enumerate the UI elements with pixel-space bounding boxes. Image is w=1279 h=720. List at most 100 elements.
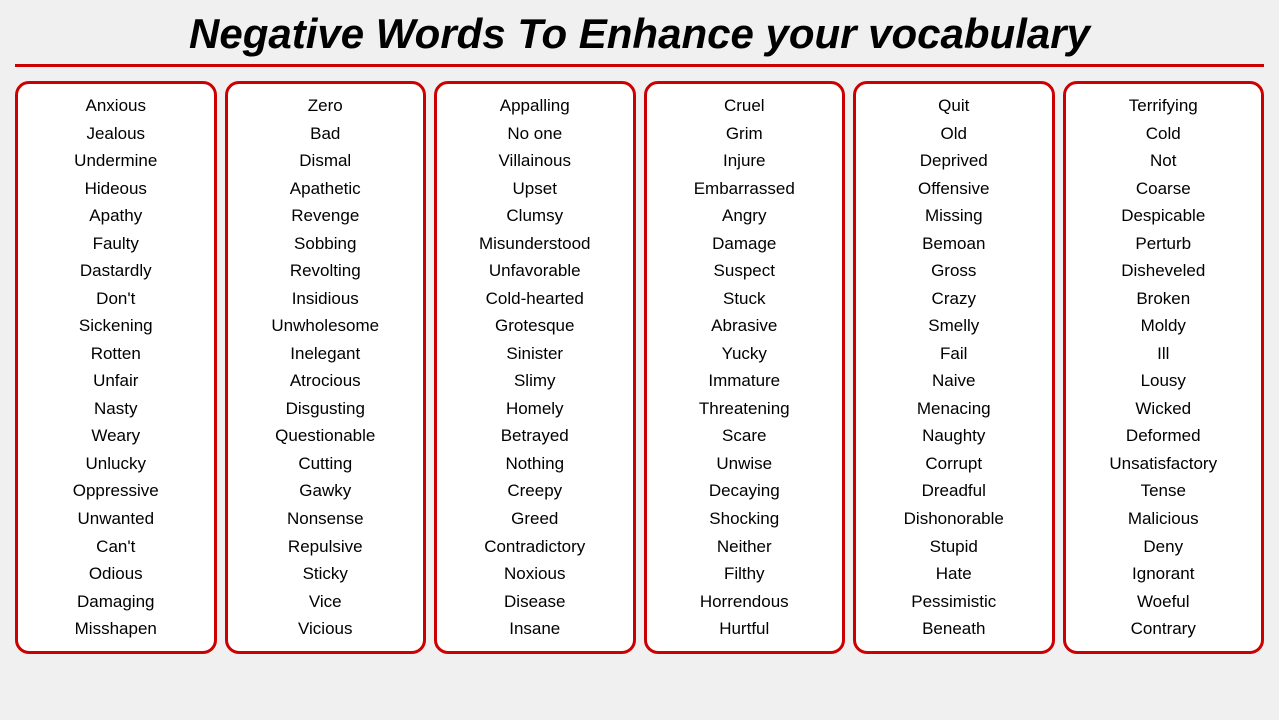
word-item: Grim xyxy=(726,120,763,148)
word-item: Coarse xyxy=(1136,175,1191,203)
word-item: Questionable xyxy=(275,422,375,450)
word-item: Hideous xyxy=(85,175,147,203)
word-item: Not xyxy=(1150,147,1176,175)
word-item: Angry xyxy=(722,202,766,230)
word-item: Revenge xyxy=(291,202,359,230)
word-item: Inelegant xyxy=(290,340,360,368)
word-item: Unwholesome xyxy=(271,312,379,340)
word-item: Vice xyxy=(309,588,342,616)
word-item: Damaging xyxy=(77,588,155,616)
word-item: Cold xyxy=(1146,120,1181,148)
word-item: Immature xyxy=(708,367,780,395)
word-item: Embarrassed xyxy=(694,175,795,203)
columns-container: AnxiousJealousUndermineHideousApathyFaul… xyxy=(15,81,1264,654)
word-item: Misshapen xyxy=(75,615,157,643)
word-item: Zero xyxy=(308,92,343,120)
word-item: Abrasive xyxy=(711,312,777,340)
word-item: Faulty xyxy=(93,230,139,258)
word-item: Hurtful xyxy=(719,615,769,643)
word-item: Woeful xyxy=(1137,588,1190,616)
word-item: Lousy xyxy=(1141,367,1186,395)
word-item: Moldy xyxy=(1141,312,1186,340)
word-item: Ill xyxy=(1157,340,1169,368)
word-item: Ignorant xyxy=(1132,560,1194,588)
word-item: Shocking xyxy=(709,505,779,533)
word-item: Disgusting xyxy=(286,395,365,423)
word-item: Disheveled xyxy=(1121,257,1205,285)
word-item: Anxious xyxy=(86,92,146,120)
word-item: Injure xyxy=(723,147,766,175)
word-item: Nasty xyxy=(94,395,137,423)
word-item: Atrocious xyxy=(290,367,361,395)
word-item: Appalling xyxy=(500,92,570,120)
word-item: Contradictory xyxy=(484,533,585,561)
word-item: Bemoan xyxy=(922,230,985,258)
word-item: Sticky xyxy=(303,560,348,588)
word-item: Sickening xyxy=(79,312,153,340)
word-item: Terrifying xyxy=(1129,92,1198,120)
word-item: Corrupt xyxy=(925,450,982,478)
word-item: Grotesque xyxy=(495,312,574,340)
word-item: Stupid xyxy=(930,533,978,561)
word-item: Dastardly xyxy=(80,257,152,285)
word-item: Tense xyxy=(1141,477,1186,505)
word-item: Odious xyxy=(89,560,143,588)
word-item: Jealous xyxy=(86,120,145,148)
word-item: Old xyxy=(941,120,967,148)
word-item: Crazy xyxy=(932,285,976,313)
word-item: Dishonorable xyxy=(904,505,1004,533)
word-item: Naughty xyxy=(922,422,985,450)
word-item: Misunderstood xyxy=(479,230,591,258)
word-item: Pessimistic xyxy=(911,588,996,616)
word-item: Villainous xyxy=(499,147,571,175)
word-column-5: QuitOldDeprivedOffensiveMissingBemoanGro… xyxy=(853,81,1055,654)
word-item: Apathetic xyxy=(290,175,361,203)
word-item: Unwise xyxy=(716,450,772,478)
word-item: Fail xyxy=(940,340,967,368)
word-item: Sinister xyxy=(506,340,563,368)
word-item: Apathy xyxy=(89,202,142,230)
word-item: Stuck xyxy=(723,285,766,313)
word-item: Cutting xyxy=(298,450,352,478)
word-item: Rotten xyxy=(91,340,141,368)
word-item: Naive xyxy=(932,367,975,395)
word-item: Betrayed xyxy=(501,422,569,450)
word-item: Greed xyxy=(511,505,558,533)
word-item: Nothing xyxy=(505,450,564,478)
word-item: Clumsy xyxy=(506,202,563,230)
word-item: Homely xyxy=(506,395,564,423)
word-item: Contrary xyxy=(1131,615,1196,643)
word-item: Despicable xyxy=(1121,202,1205,230)
word-item: Gross xyxy=(931,257,976,285)
word-item: Deformed xyxy=(1126,422,1201,450)
word-item: Filthy xyxy=(724,560,765,588)
word-item: Yucky xyxy=(722,340,767,368)
word-item: Wicked xyxy=(1135,395,1191,423)
word-item: Smelly xyxy=(928,312,979,340)
word-item: Revolting xyxy=(290,257,361,285)
page-title: Negative Words To Enhance your vocabular… xyxy=(15,10,1264,67)
word-item: Vicious xyxy=(298,615,353,643)
word-item: Unwanted xyxy=(77,505,154,533)
word-item: Damage xyxy=(712,230,776,258)
word-item: Insane xyxy=(509,615,560,643)
word-item: Insidious xyxy=(292,285,359,313)
word-item: Unsatisfactory xyxy=(1109,450,1217,478)
word-item: Neither xyxy=(717,533,772,561)
word-item: Cold-hearted xyxy=(486,285,584,313)
word-column-6: TerrifyingColdNotCoarseDespicablePerturb… xyxy=(1063,81,1265,654)
word-item: Cruel xyxy=(724,92,765,120)
word-item: Repulsive xyxy=(288,533,363,561)
word-item: Gawky xyxy=(299,477,351,505)
word-item: Disease xyxy=(504,588,565,616)
word-column-4: CruelGrimInjureEmbarrassedAngryDamageSus… xyxy=(644,81,846,654)
word-item: Malicious xyxy=(1128,505,1199,533)
word-item: Slimy xyxy=(514,367,556,395)
word-column-2: ZeroBadDismalApatheticRevengeSobbingRevo… xyxy=(225,81,427,654)
word-item: Perturb xyxy=(1135,230,1191,258)
word-column-3: AppallingNo oneVillainousUpsetClumsyMisu… xyxy=(434,81,636,654)
word-item: Noxious xyxy=(504,560,565,588)
word-item: Menacing xyxy=(917,395,991,423)
word-item: Beneath xyxy=(922,615,985,643)
word-item: Missing xyxy=(925,202,983,230)
